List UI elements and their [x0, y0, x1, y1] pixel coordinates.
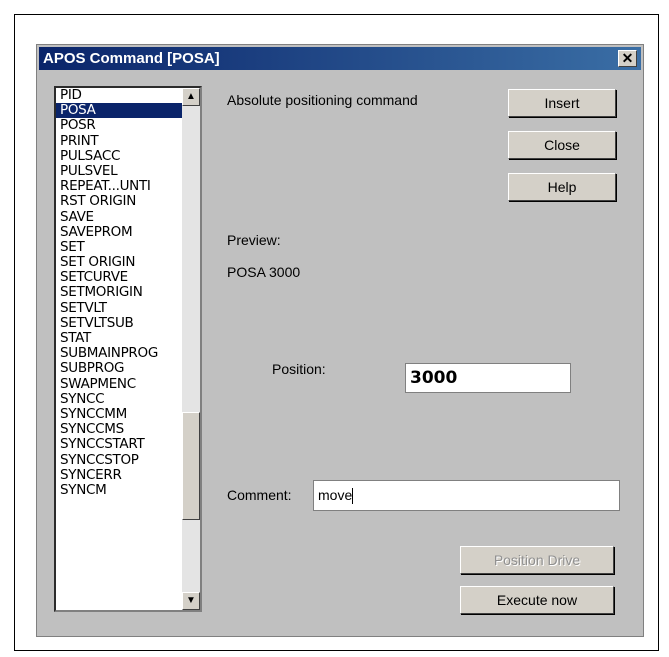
command-list-item[interactable]: SETCURVE [56, 270, 182, 285]
comment-field[interactable]: move [313, 480, 620, 511]
command-list-item[interactable]: RST ORIGIN [56, 194, 182, 209]
command-list-item[interactable]: PID [56, 88, 182, 103]
comment-label: Comment: [227, 487, 292, 503]
command-list-item[interactable]: SYNCC [56, 391, 182, 407]
apos-command-dialog: APOS Command [POSA] ✕ PID POSA POSR PRINT PU… [36, 44, 644, 637]
list-scrollbar[interactable]: ▲ ▼ [182, 88, 200, 610]
command-list-item[interactable]: POSA [56, 103, 182, 119]
command-list-item[interactable]: SET ORIGIN [56, 254, 182, 270]
command-list-item[interactable]: SETVLTSUB [56, 315, 182, 331]
command-list-item[interactable]: SETMORIGIN [56, 285, 182, 300]
close-icon[interactable]: ✕ [618, 50, 637, 67]
title-bar[interactable]: APOS Command [POSA] ✕ [39, 47, 641, 70]
preview-label: Preview: [227, 232, 281, 248]
command-list-item[interactable]: SYNCCMM [56, 406, 182, 422]
text-cursor [352, 488, 354, 505]
comment-value: move [318, 487, 353, 503]
command-list-item[interactable]: SAVE [56, 209, 182, 225]
scroll-thumb[interactable] [182, 412, 200, 520]
insert-button[interactable]: Insert [508, 89, 616, 117]
close-button[interactable]: Close [508, 131, 616, 159]
command-list-item[interactable]: SUBPROG [56, 361, 182, 376]
command-list-item[interactable]: REPEAT...UNTI [56, 179, 182, 194]
preview-value: POSA 3000 [227, 264, 301, 280]
command-list-item[interactable]: SYNCERR [56, 467, 182, 483]
position-label: Position: [272, 361, 326, 377]
scroll-down-icon[interactable]: ▼ [182, 592, 200, 610]
command-list-item[interactable]: POSR [56, 118, 182, 133]
command-list: PID POSA POSR PRINT PULSACC PULSVEL REPEAT...U… [56, 88, 182, 498]
command-list-item[interactable]: SETVLT [56, 300, 182, 316]
help-button[interactable]: Help [508, 173, 616, 201]
command-list-item[interactable]: SET [56, 239, 182, 255]
command-list-item[interactable]: SYNCM [56, 482, 182, 498]
execute-now-button[interactable]: Execute now [460, 586, 614, 614]
command-list-item[interactable]: SAVEPROM [56, 224, 182, 240]
dialog-title: APOS Command [POSA] [43, 50, 220, 67]
command-list-item[interactable]: SWAPMENC [56, 376, 182, 392]
command-list-item[interactable]: PRINT [56, 133, 182, 149]
position-field[interactable]: 3000 [405, 363, 571, 393]
command-list-item[interactable]: SYNCCSTART [56, 437, 182, 452]
command-list-item[interactable]: SYNCCSTOP [56, 452, 182, 468]
command-list-item[interactable]: PULSACC [56, 148, 182, 164]
position-drive-button[interactable]: Position Drive [460, 546, 614, 574]
command-list-item[interactable]: SUBMAINPROG [56, 346, 182, 361]
command-list-item[interactable]: PULSVEL [56, 163, 182, 179]
command-list-item[interactable]: STAT [56, 330, 182, 346]
scroll-up-icon[interactable]: ▲ [182, 88, 200, 106]
command-list-item[interactable]: SYNCCMS [56, 422, 182, 437]
command-listbox[interactable]: PID POSA POSR PRINT PULSACC PULSVEL REPEAT...U… [54, 86, 202, 612]
command-description: Absolute positioning command [227, 92, 418, 108]
